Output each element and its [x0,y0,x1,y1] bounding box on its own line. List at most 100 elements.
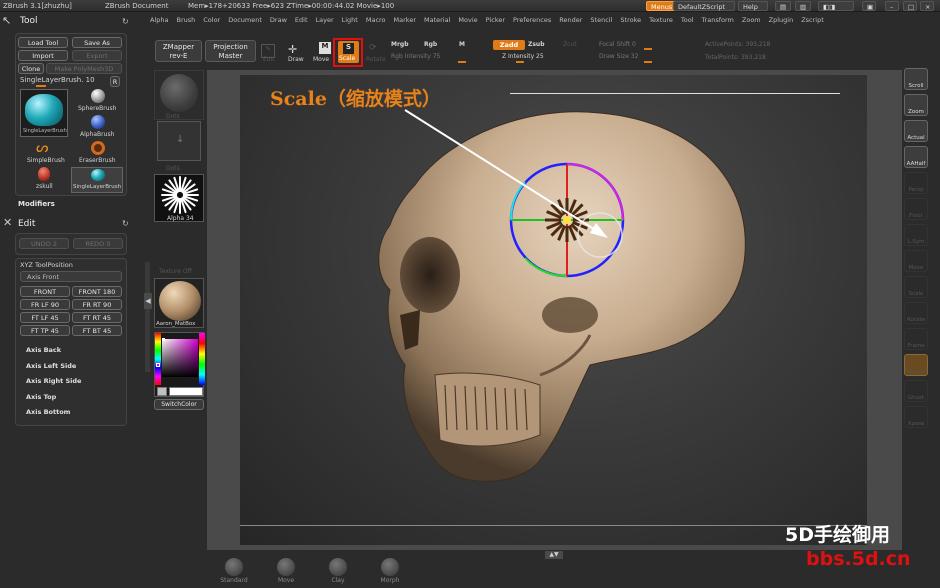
minimize-icon[interactable]: – [885,1,899,11]
tray-scale-button[interactable]: Scale [904,276,928,298]
axis-left-side-button[interactable]: Axis Left Side [26,362,76,370]
menu-item-document[interactable]: Document [228,14,262,26]
focal-shift-slider[interactable]: Focal Shift 0 [599,41,636,48]
tool-alpha-brush[interactable]: AlphaBrush [78,115,118,139]
left-scrollbar[interactable] [145,262,150,372]
tray-xpose-button[interactable]: Xpose [904,406,928,428]
view-ft-bt-45-button[interactable]: FT BT 45 [72,325,122,336]
save-icon[interactable]: ▣ [862,1,876,11]
color-picker[interactable] [154,332,205,397]
menu-item-zoom[interactable]: Zoom [742,14,761,26]
view-fr-rt-90-button[interactable]: FR RT 90 [72,299,122,310]
menu-item-color[interactable]: Color [203,14,220,26]
focal-shift-knob[interactable] [644,48,652,50]
menu-item-picker[interactable]: Picker [486,14,505,26]
view-front-button[interactable]: FRONT [20,286,70,297]
brush-standard-button[interactable]: Standard [219,558,249,584]
brush-morph-button[interactable]: Morph [375,558,405,584]
window-arrange-icon[interactable]: ◧◨ [818,1,854,11]
view-ft-tp-45-button[interactable]: FT TP 45 [20,325,70,336]
layout-icon[interactable]: ▤ [775,1,791,11]
rgb-intensity-slider[interactable]: Rgb Intensity 75 [391,53,440,60]
modifiers-header[interactable]: Modifiers [18,200,55,208]
close-icon[interactable]: × [920,1,934,11]
axis-front-dropdown[interactable]: Axis Front [20,271,122,282]
menu-item-alpha[interactable]: Alpha [150,14,168,26]
r-button[interactable]: R [110,76,120,87]
tool-sphere-brush[interactable]: SphereBrush [78,89,118,113]
menu-item-draw[interactable]: Draw [270,14,287,26]
tray-persp-button[interactable]: Persp [904,172,928,194]
menu-item-brush[interactable]: Brush [176,14,195,26]
material-thumbnail[interactable]: Aaron_MatBox [154,278,204,328]
load-tool-button[interactable]: Load Tool [18,37,68,48]
layout2-icon[interactable]: ▥ [795,1,811,11]
hue-strip[interactable] [155,333,161,385]
axis-right-side-button[interactable]: Axis Right Side [26,377,81,385]
rotate-mode-icon[interactable]: ⟳ [369,43,377,53]
menu-item-texture[interactable]: Texture [649,14,673,26]
tray-actual-button[interactable]: Actual [904,120,928,142]
stroke-thumbnail[interactable]: ↓ [157,121,201,161]
tool-eraser-brush[interactable]: EraserBrush [78,141,118,165]
projection-master-button[interactable]: Projection Master [205,40,256,62]
brush-clay-button[interactable]: Clay [323,558,353,584]
color-square[interactable] [162,339,198,377]
menu-item-preferences[interactable]: Preferences [513,14,551,26]
view-ft-lf-45-button[interactable]: FT LF 45 [20,312,70,323]
tool-zskull[interactable]: zskull [24,167,64,191]
hue-cursor[interactable] [156,363,160,367]
color-cursor[interactable] [162,338,165,341]
draw-mode-icon[interactable]: ✛ [288,43,297,56]
axis-top-button[interactable]: Axis Top [26,393,56,401]
rgb-intensity-knob[interactable] [458,61,466,63]
z-intensity-slider[interactable]: Z Intensity 25 [502,53,544,60]
switch-color-button[interactable]: SwitchColor [154,399,204,410]
menu-item-stencil[interactable]: Stencil [590,14,612,26]
draw-size-slider[interactable]: Draw Size 32 [599,53,638,60]
default-zscript-button[interactable]: DefaultZScript [673,1,735,11]
menu-item-zscript[interactable]: Zscript [801,14,824,26]
view-ft-rt-45-button[interactable]: FT RT 45 [72,312,122,323]
export-button[interactable]: Export [72,50,122,61]
alpha-thumbnail[interactable]: Alpha 34 [154,174,204,222]
secondary-color-swatch[interactable] [157,387,167,396]
tray-zoom-button[interactable]: Zoom [904,94,928,116]
maximize-icon[interactable]: □ [903,1,917,11]
view-fr-lf-90-button[interactable]: FR LF 90 [20,299,70,310]
tray-floor-button[interactable]: Floor [904,198,928,220]
import-button[interactable]: Import [18,50,68,61]
zmapper-button[interactable]: ZMapper rev-E [155,40,202,62]
redo-button[interactable]: REDO 0 [73,238,123,249]
tray-rotate-button[interactable]: Rotate [904,302,928,324]
tray-transp-button[interactable]: Transp [904,354,928,376]
tool-thumbnail-large[interactable]: SingleLayerBrush [20,89,68,137]
menu-item-edit[interactable]: Edit [295,14,308,26]
save-as-button[interactable]: Save As [72,37,122,48]
view-front-180-button[interactable]: FRONT 180 [72,286,122,297]
menu-item-zplugin[interactable]: Zplugin [769,14,794,26]
zsub-button[interactable]: Zsub [528,41,545,48]
tool-simple-brush[interactable]: ᔕ SimpleBrush [24,140,65,165]
axis-back-button[interactable]: Axis Back [26,346,61,354]
make-polymesh-button[interactable]: Make PolyMesh3D [46,63,122,74]
help-button[interactable]: Help [738,1,768,11]
menu-item-layer[interactable]: Layer [316,14,334,26]
menu-item-movie[interactable]: Movie [458,14,477,26]
brush-move-button[interactable]: Move [271,558,301,584]
rgb-button[interactable]: Rgb [424,41,437,48]
menu-item-marker[interactable]: Marker [394,14,416,26]
axis-bottom-button[interactable]: Axis Bottom [26,408,70,416]
tray-move-button[interactable]: Move [904,250,928,272]
tool-single-layer-brush-selected[interactable]: SingleLayerBrush [71,167,123,193]
tray-lsym-button[interactable]: L.Sym [904,224,928,246]
zcut-button[interactable]: Zcut [563,41,577,48]
menu-item-tool[interactable]: Tool [681,14,694,26]
mrgb-button[interactable]: Mrgb [391,41,409,48]
move-mode-icon[interactable]: M [319,42,331,54]
tray-frame-button[interactable]: Frame [904,328,928,350]
primary-color-swatch[interactable] [169,387,203,396]
tray-aahalf-button[interactable]: AAHalf [904,146,928,168]
tray-scroll-button[interactable]: Scroll [904,68,928,90]
undo-button[interactable]: UNDO 2 [19,238,69,249]
